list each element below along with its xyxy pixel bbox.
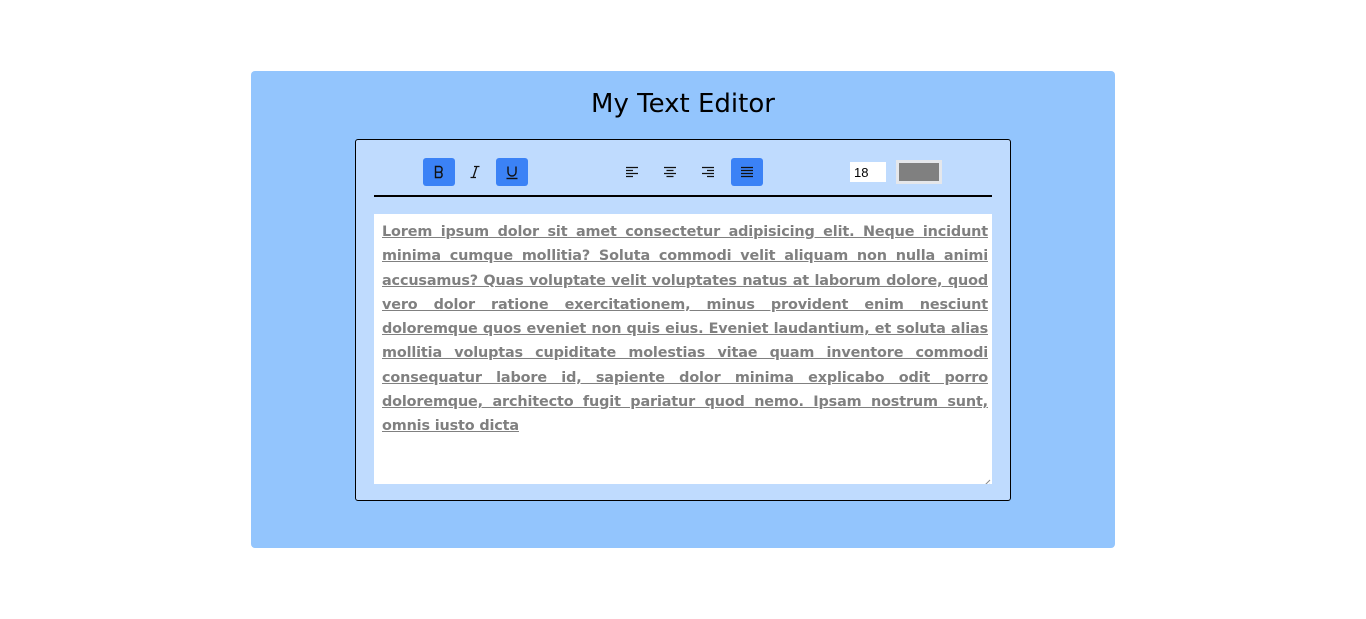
font-size-input[interactable] <box>850 162 886 182</box>
align-justify-button[interactable] <box>731 158 763 186</box>
align-justify-icon <box>740 166 754 178</box>
toolbar <box>374 140 992 197</box>
align-right-icon <box>701 166 715 178</box>
align-center-icon <box>663 166 677 178</box>
resize-handle-icon[interactable] <box>981 473 991 484</box>
underline-icon <box>505 165 519 180</box>
editor-text: Lorem ipsum dolor sit amet consectetur a… <box>382 224 988 435</box>
text-color-picker[interactable] <box>896 160 942 184</box>
align-center-button[interactable] <box>654 158 686 186</box>
underline-button[interactable] <box>496 158 528 186</box>
align-left-icon <box>625 166 639 178</box>
editor-container: Lorem ipsum dolor sit amet consectetur a… <box>355 139 1011 501</box>
text-editor-area[interactable]: Lorem ipsum dolor sit amet consectetur a… <box>374 214 992 484</box>
page-title: My Text Editor <box>591 89 775 119</box>
editor-card: My Text Editor 18 Lorem ipsum dolor sit … <box>251 71 1115 548</box>
align-left-button[interactable] <box>616 158 648 186</box>
align-right-button[interactable] <box>692 158 724 186</box>
italic-icon <box>468 165 482 179</box>
bold-button[interactable] <box>423 158 455 186</box>
italic-button[interactable] <box>459 158 491 186</box>
bold-icon <box>432 165 446 179</box>
